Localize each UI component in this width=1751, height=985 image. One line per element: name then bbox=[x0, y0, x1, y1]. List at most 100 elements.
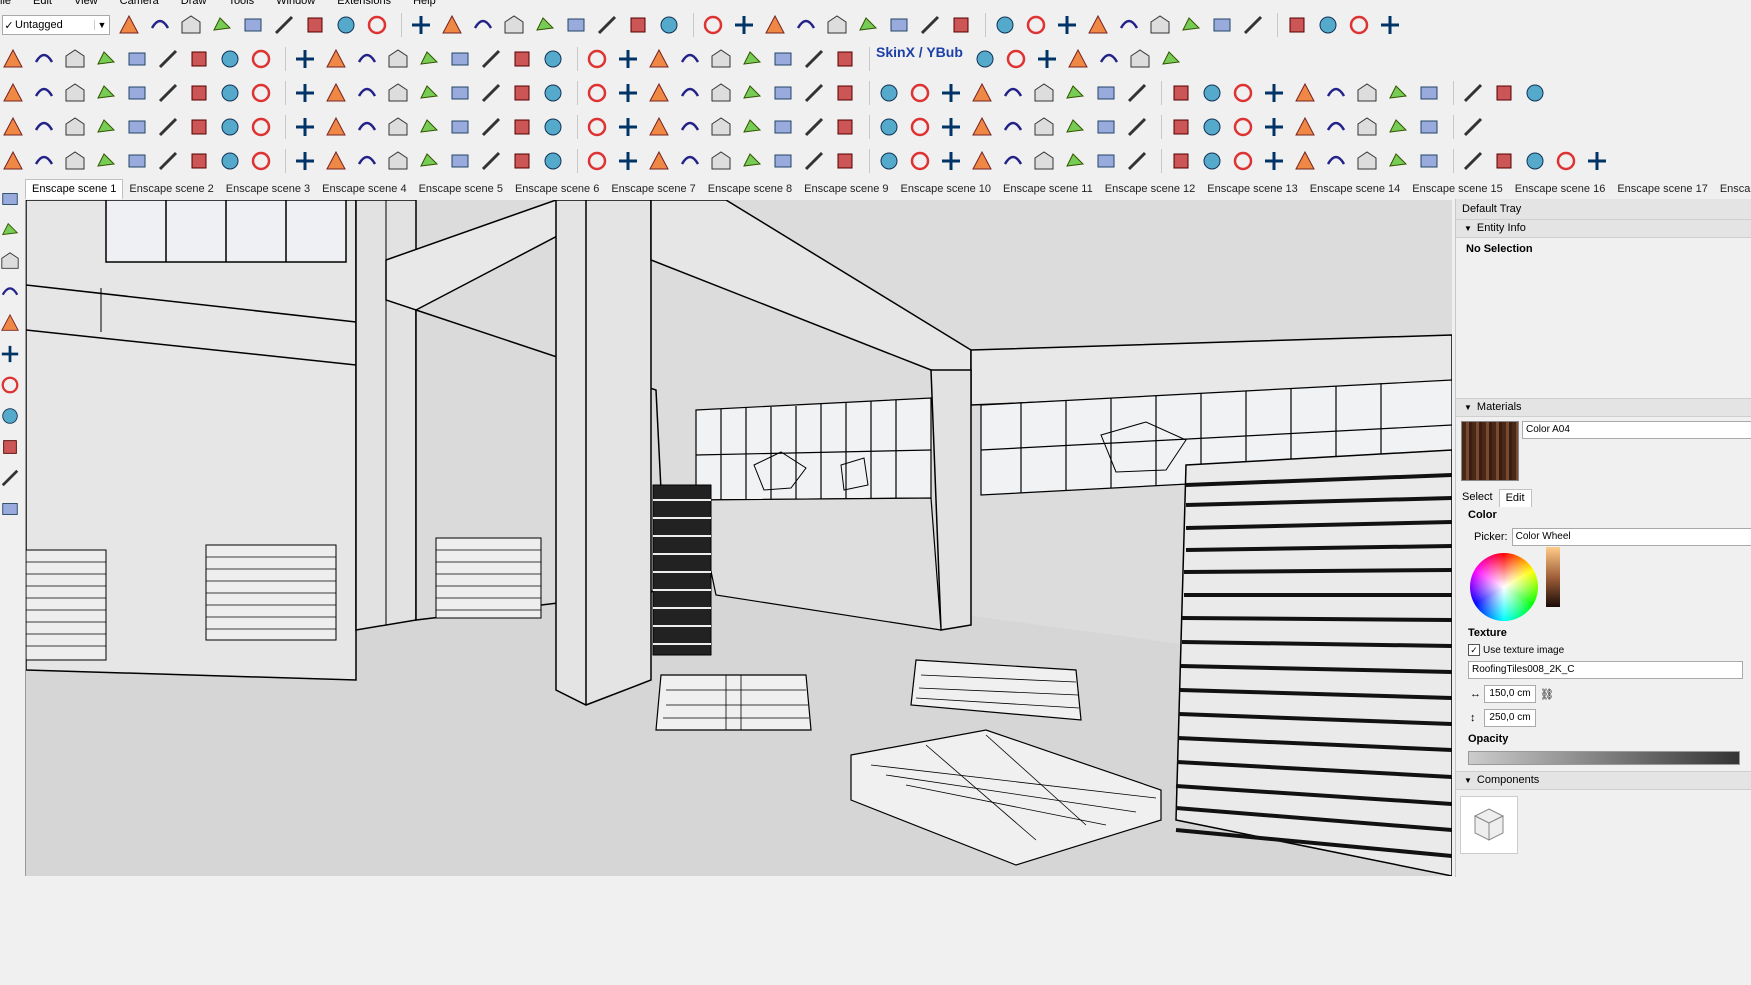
r5-shape-button-23[interactable] bbox=[739, 148, 765, 174]
r2-house-button-12[interactable] bbox=[385, 46, 411, 72]
r1-house-button-12[interactable] bbox=[501, 12, 527, 38]
component-thumbnail[interactable] bbox=[1460, 796, 1518, 854]
r3-move-button-9[interactable] bbox=[292, 80, 318, 106]
menu-item-8[interactable]: Help bbox=[413, 0, 436, 7]
r3-circle-button-18[interactable] bbox=[584, 80, 610, 106]
r5-arc-button-31[interactable] bbox=[1000, 148, 1026, 174]
r3-line-button-25[interactable] bbox=[801, 80, 827, 106]
r3-box-button-24[interactable] bbox=[770, 80, 796, 106]
r4-triangle-button-40[interactable] bbox=[1292, 114, 1318, 140]
r4-box-button-14[interactable] bbox=[447, 114, 473, 140]
r5-line-button-35[interactable] bbox=[1124, 148, 1150, 174]
use-texture-checkbox[interactable]: ✓ bbox=[1468, 644, 1480, 656]
left-tool-sphere-button-7[interactable] bbox=[0, 403, 20, 429]
r5-line-button-5[interactable] bbox=[155, 148, 181, 174]
r5-house-button-42[interactable] bbox=[1354, 148, 1380, 174]
tag-selector[interactable]: ✓ Untagged ▼ bbox=[2, 15, 110, 35]
r4-shape-button-23[interactable] bbox=[739, 114, 765, 140]
r1-sphere-button-37[interactable] bbox=[1315, 12, 1341, 38]
r3-line-button-35[interactable] bbox=[1124, 80, 1150, 106]
model-viewport[interactable] bbox=[25, 200, 1452, 876]
r4-move-button-29[interactable] bbox=[938, 114, 964, 140]
r4-house-button-12[interactable] bbox=[385, 114, 411, 140]
r1-circle-button-38[interactable] bbox=[1346, 12, 1372, 38]
r1-circle-button-8[interactable] bbox=[364, 12, 390, 38]
r1-line-button-35[interactable] bbox=[1240, 12, 1266, 38]
link-chain-icon[interactable]: ⛓ bbox=[1540, 688, 1554, 701]
r4-move-button-9[interactable] bbox=[292, 114, 318, 140]
r5-house-button-2[interactable] bbox=[62, 148, 88, 174]
r3-shape-button-3[interactable] bbox=[93, 80, 119, 106]
r5-box-button-14[interactable] bbox=[447, 148, 473, 174]
scene-tab-5[interactable]: Enscape scene 5 bbox=[413, 180, 509, 199]
r3-box-button-4[interactable] bbox=[124, 80, 150, 106]
r3-arc-button-1[interactable] bbox=[31, 80, 57, 106]
r2-move-button-29[interactable] bbox=[1034, 46, 1060, 72]
r4-sphere-button-27[interactable] bbox=[876, 114, 902, 140]
r2-house-button-2[interactable] bbox=[62, 46, 88, 72]
r5-triangle-button-0[interactable] bbox=[0, 148, 26, 174]
r5-house-button-12[interactable] bbox=[385, 148, 411, 174]
material-name-field[interactable]: Color A04 bbox=[1522, 421, 1751, 439]
r3-square-button-6[interactable] bbox=[186, 80, 212, 106]
r5-sphere-button-47[interactable] bbox=[1522, 148, 1548, 174]
left-tool-square-button-8[interactable] bbox=[0, 434, 20, 460]
r5-square-button-36[interactable] bbox=[1168, 148, 1194, 174]
r5-shape-button-33[interactable] bbox=[1062, 148, 1088, 174]
r4-shape-button-13[interactable] bbox=[416, 114, 442, 140]
chevron-down-icon[interactable]: ▼ bbox=[94, 20, 109, 30]
r1-arc-button-21[interactable] bbox=[793, 12, 819, 38]
r4-circle-button-8[interactable] bbox=[248, 114, 274, 140]
menu-item-1[interactable]: Edit bbox=[33, 0, 52, 7]
r4-square-button-26[interactable] bbox=[832, 114, 858, 140]
r3-circle-button-38[interactable] bbox=[1230, 80, 1256, 106]
r2-triangle-button-30[interactable] bbox=[1065, 46, 1091, 72]
r4-house-button-32[interactable] bbox=[1031, 114, 1057, 140]
r3-arc-button-31[interactable] bbox=[1000, 80, 1026, 106]
r1-triangle-button-10[interactable] bbox=[439, 12, 465, 38]
r1-box-button-24[interactable] bbox=[886, 12, 912, 38]
left-tool-triangle-button-4[interactable] bbox=[0, 310, 20, 336]
left-tool-move-button-5[interactable] bbox=[0, 341, 20, 367]
r4-line-button-35[interactable] bbox=[1124, 114, 1150, 140]
r3-circle-button-28[interactable] bbox=[907, 80, 933, 106]
r1-square-button-16[interactable] bbox=[625, 12, 651, 38]
r2-shape-button-3[interactable] bbox=[93, 46, 119, 72]
r1-sphere-button-27[interactable] bbox=[992, 12, 1018, 38]
menu-item-2[interactable]: View bbox=[74, 0, 98, 7]
brightness-slider[interactable] bbox=[1546, 547, 1560, 607]
menu-item-0[interactable]: ile bbox=[0, 0, 11, 7]
r4-shape-button-43[interactable] bbox=[1385, 114, 1411, 140]
r2-shape-button-23[interactable] bbox=[739, 46, 765, 72]
r4-house-button-42[interactable] bbox=[1354, 114, 1380, 140]
r4-line-button-15[interactable] bbox=[478, 114, 504, 140]
r4-arc-button-11[interactable] bbox=[354, 114, 380, 140]
r5-shape-button-3[interactable] bbox=[93, 148, 119, 174]
r5-house-button-32[interactable] bbox=[1031, 148, 1057, 174]
r3-line-button-5[interactable] bbox=[155, 80, 181, 106]
r5-line-button-15[interactable] bbox=[478, 148, 504, 174]
r3-move-button-19[interactable] bbox=[615, 80, 641, 106]
r2-arc-button-31[interactable] bbox=[1096, 46, 1122, 72]
r1-square-button-6[interactable] bbox=[302, 12, 328, 38]
scene-tab-12[interactable]: Enscape scene 12 bbox=[1099, 180, 1202, 199]
r5-sphere-button-27[interactable] bbox=[876, 148, 902, 174]
r1-box-button-14[interactable] bbox=[563, 12, 589, 38]
r4-sphere-button-7[interactable] bbox=[217, 114, 243, 140]
r2-sphere-button-27[interactable] bbox=[972, 46, 998, 72]
r1-sphere-button-7[interactable] bbox=[333, 12, 359, 38]
r2-triangle-button-10[interactable] bbox=[323, 46, 349, 72]
r1-house-button-32[interactable] bbox=[1147, 12, 1173, 38]
r5-sphere-button-7[interactable] bbox=[217, 148, 243, 174]
r3-triangle-button-30[interactable] bbox=[969, 80, 995, 106]
r3-shape-button-13[interactable] bbox=[416, 80, 442, 106]
r5-circle-button-28[interactable] bbox=[907, 148, 933, 174]
r3-house-button-2[interactable] bbox=[62, 80, 88, 106]
r5-triangle-button-20[interactable] bbox=[646, 148, 672, 174]
r3-sphere-button-17[interactable] bbox=[540, 80, 566, 106]
r2-move-button-19[interactable] bbox=[615, 46, 641, 72]
r5-shape-button-43[interactable] bbox=[1385, 148, 1411, 174]
left-tool-circle-button-6[interactable] bbox=[0, 372, 20, 398]
r2-box-button-24[interactable] bbox=[770, 46, 796, 72]
r3-triangle-button-40[interactable] bbox=[1292, 80, 1318, 106]
